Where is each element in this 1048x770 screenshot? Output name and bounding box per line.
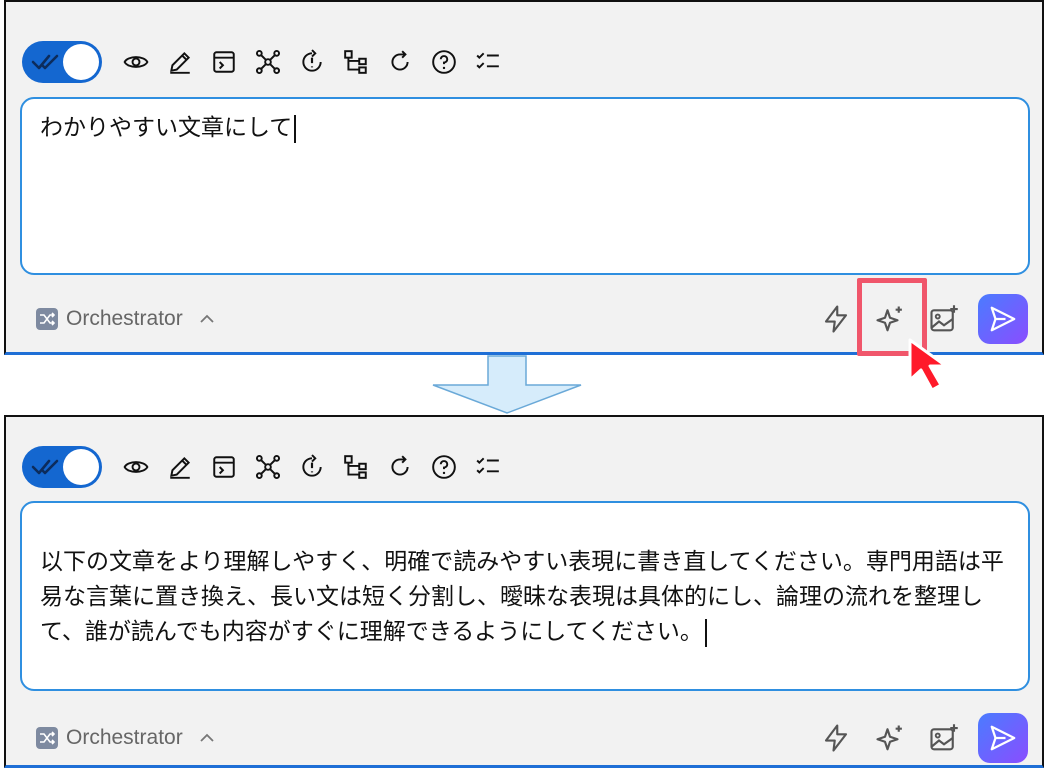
lightning-button[interactable] xyxy=(812,295,860,343)
send-button[interactable] xyxy=(978,713,1028,763)
text-caret xyxy=(704,618,707,647)
mode-selector[interactable]: Orchestrator xyxy=(36,726,215,750)
checklist-icon[interactable] xyxy=(466,40,510,84)
mode-label: Orchestrator xyxy=(66,307,183,330)
footer: Orchestrator xyxy=(36,713,1028,763)
nodes-icon[interactable] xyxy=(246,445,290,489)
lightning-button[interactable] xyxy=(812,714,860,762)
terminal-icon[interactable] xyxy=(202,445,246,489)
double-check-icon xyxy=(31,459,59,475)
pencil-icon[interactable] xyxy=(158,445,202,489)
down-arrow-icon xyxy=(432,355,582,414)
send-icon xyxy=(990,725,1016,751)
double-check-icon xyxy=(31,54,59,70)
toolbar xyxy=(22,445,510,489)
shuffle-icon xyxy=(36,727,58,749)
eye-icon[interactable] xyxy=(114,445,158,489)
pencil-icon[interactable] xyxy=(158,40,202,84)
mode-selector[interactable]: Orchestrator xyxy=(36,307,215,331)
chat-input-text: 以下の文章をより理解しやすく、明確で読みやすい表現に書き直してください。専門用語… xyxy=(40,549,1004,645)
enhance-prompt-button[interactable] xyxy=(866,714,914,762)
chat-input[interactable]: わかりやすい文章にして xyxy=(20,97,1030,275)
eye-icon[interactable] xyxy=(114,40,158,84)
add-image-icon xyxy=(930,305,958,332)
chevron-up-icon xyxy=(200,733,214,742)
chat-input[interactable]: 以下の文章をより理解しやすく、明確で読みやすい表現に書き直してください。専門用語… xyxy=(20,501,1030,691)
mode-label: Orchestrator xyxy=(66,726,183,749)
add-image-button[interactable] xyxy=(920,714,968,762)
help-icon[interactable] xyxy=(422,445,466,489)
nodes-icon[interactable] xyxy=(246,40,290,84)
toolbar xyxy=(22,40,510,84)
refresh-alert-icon[interactable] xyxy=(290,445,334,489)
chevron-up-icon xyxy=(200,314,214,323)
send-button[interactable] xyxy=(978,294,1028,344)
sparkle-icon xyxy=(876,725,902,751)
lightning-icon xyxy=(824,305,848,333)
help-icon[interactable] xyxy=(422,40,466,84)
tree-icon[interactable] xyxy=(334,445,378,489)
send-icon xyxy=(990,306,1016,332)
auto-approve-toggle[interactable] xyxy=(22,446,102,488)
lightning-icon xyxy=(824,724,848,752)
shuffle-icon xyxy=(36,308,58,330)
reload-icon[interactable] xyxy=(378,40,422,84)
reload-icon[interactable] xyxy=(378,445,422,489)
add-image-icon xyxy=(930,724,958,751)
terminal-icon[interactable] xyxy=(202,40,246,84)
chat-panel-after: 以下の文章をより理解しやすく、明確で読みやすい表現に書き直してください。専門用語… xyxy=(4,415,1044,768)
checklist-icon[interactable] xyxy=(466,445,510,489)
auto-approve-toggle[interactable] xyxy=(22,41,102,83)
chat-input-text: わかりやすい文章にして xyxy=(40,115,293,141)
text-caret xyxy=(294,114,297,143)
tree-icon[interactable] xyxy=(334,40,378,84)
refresh-alert-icon[interactable] xyxy=(290,40,334,84)
cursor-arrow-icon xyxy=(908,338,948,392)
